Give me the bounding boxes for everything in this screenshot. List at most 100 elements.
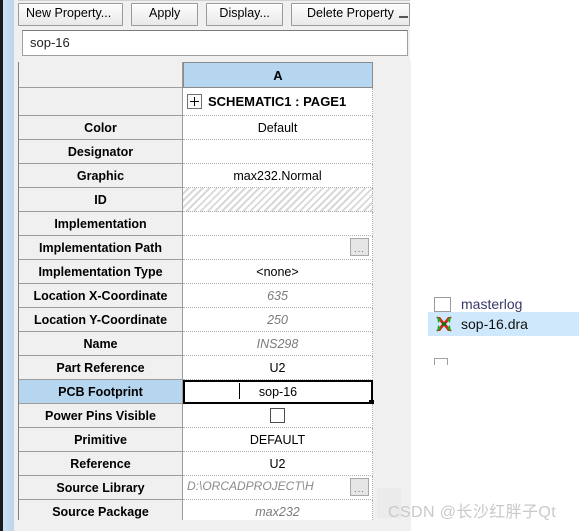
apply-button[interactable]: Apply <box>130 2 199 26</box>
property-name-cell[interactable]: Location Y-Coordinate <box>19 308 183 332</box>
property-name-cell[interactable]: Designator <box>19 140 183 164</box>
table-row[interactable]: Part Reference U2 <box>19 356 411 380</box>
grid-row-filler <box>373 116 411 140</box>
list-item[interactable]: masterlog <box>428 296 579 312</box>
property-value-cell[interactable]: sop-16 <box>183 380 374 405</box>
grid-row-filler <box>373 284 411 308</box>
property-name-cell[interactable]: Power Pins Visible <box>19 404 183 428</box>
property-value-cell[interactable]: ... <box>183 236 373 260</box>
watermark-text: CSDN @长沙红胖子Qt <box>388 504 557 521</box>
property-name-cell[interactable]: Primitive <box>19 428 183 452</box>
browse-ellipsis-button[interactable]: ... <box>350 238 369 256</box>
property-value-cell[interactable]: 635 <box>183 284 373 308</box>
grid-row-filler <box>373 164 411 188</box>
toolbar-overflow-icon[interactable] <box>399 16 408 18</box>
grid-row-filler <box>373 236 411 260</box>
property-value-cell[interactable]: INS298 <box>183 332 373 356</box>
property-name-cell[interactable]: Graphic <box>19 164 183 188</box>
new-property-button[interactable]: New Property... <box>18 2 123 26</box>
list-item-partial-icon <box>434 358 448 365</box>
property-value-cell[interactable]: DEFAULT <box>183 428 373 452</box>
file-explorer-list: masterlog sop-16.dra <box>428 296 579 368</box>
property-value-cell[interactable]: <none> <box>183 260 373 284</box>
property-value-cell[interactable]: max232.Normal <box>183 164 373 188</box>
grid-row-filler <box>373 212 411 236</box>
table-row[interactable]: Power Pins Visible <box>19 404 411 428</box>
grid-row-filler <box>373 188 411 212</box>
property-value-cell[interactable]: D:\ORCADPROJECT\H... <box>183 476 373 500</box>
property-value-cell[interactable]: U2 <box>183 452 373 476</box>
grid-row-filler <box>373 140 411 164</box>
property-value-cell-readonly <box>183 188 373 212</box>
grid-row-filler <box>373 332 411 356</box>
pcb-footprint-edit-input[interactable]: sop-16 <box>183 380 373 404</box>
table-row[interactable]: Name INS298 <box>19 332 411 356</box>
dra-file-icon <box>434 314 454 334</box>
table-row[interactable]: ID <box>19 188 411 212</box>
grid-row-filler <box>373 260 411 284</box>
table-row[interactable]: Implementation <box>19 212 411 236</box>
table-row[interactable]: Implementation Type <none> <box>19 260 411 284</box>
table-row[interactable]: Color Default <box>19 116 411 140</box>
app-root: New Property... Apply Display... Delete … <box>0 0 579 531</box>
property-value-cell[interactable]: U2 <box>183 356 373 380</box>
window-left-accent <box>3 0 14 531</box>
table-row[interactable]: Reference U2 <box>19 452 411 476</box>
list-item-selected[interactable]: sop-16.dra <box>428 312 579 336</box>
property-name-cell[interactable]: ID <box>19 188 183 212</box>
table-row[interactable]: Source Library D:\ORCADPROJECT\H... <box>19 476 411 500</box>
grid-column-header-row: A <box>19 62 411 88</box>
property-toolbar: New Property... Apply Display... Delete … <box>18 2 410 26</box>
grid-rows-host: Color Default Designator Graphic max232.Norm… <box>19 116 411 531</box>
grid-row-filler <box>373 452 411 476</box>
property-name-cell[interactable]: Implementation <box>19 212 183 236</box>
table-row[interactable]: Designator <box>19 140 411 164</box>
property-name-cell[interactable]: Part Reference <box>19 356 183 380</box>
property-value-cell[interactable] <box>183 404 373 428</box>
grid-row-filler <box>373 380 411 404</box>
property-name-cell[interactable]: Reference <box>19 452 183 476</box>
delete-property-button[interactable]: Delete Property <box>290 2 410 26</box>
grid-schematic-row: SCHEMATIC1 : PAGE1 <box>19 88 411 116</box>
property-name-cell[interactable]: Name <box>19 332 183 356</box>
grid-row-filler <box>373 428 411 452</box>
grid-row-filler <box>373 308 411 332</box>
display-button[interactable]: Display... <box>206 2 283 26</box>
grid-header-filler <box>373 62 411 88</box>
property-name-cell[interactable]: Color <box>19 116 183 140</box>
property-value-cell[interactable]: 250 <box>183 308 373 332</box>
document-icon <box>434 297 451 312</box>
property-grid: A SCHEMATIC1 : PAGE1 Color Default Designa… <box>18 62 411 531</box>
table-row[interactable]: Graphic max232.Normal <box>19 164 411 188</box>
text-caret <box>239 383 240 399</box>
grid-corner-cell <box>19 62 183 88</box>
property-value-cell[interactable]: Default <box>183 116 373 140</box>
schematic-instance-label: SCHEMATIC1 : PAGE1 <box>208 94 347 109</box>
source-library-path-text: D:\ORCADPROJECT\H <box>187 479 314 493</box>
grid-bottom-strip <box>18 520 410 531</box>
expand-plus-icon[interactable] <box>187 94 202 109</box>
property-value-cell[interactable] <box>183 212 373 236</box>
schematic-row-label-cell <box>19 88 183 116</box>
property-value-input[interactable]: sop-16 <box>22 30 408 56</box>
table-row[interactable]: Primitive DEFAULT <box>19 428 411 452</box>
property-name-cell[interactable]: Location X-Coordinate <box>19 284 183 308</box>
grid-schematic-filler <box>373 88 411 116</box>
column-header-a[interactable]: A <box>183 62 373 88</box>
file-name-label: sop-16.dra <box>461 316 528 332</box>
schematic-instance-cell[interactable]: SCHEMATIC1 : PAGE1 <box>183 88 373 116</box>
file-name-label: masterlog <box>461 296 523 312</box>
property-value-cell[interactable] <box>183 140 373 164</box>
property-name-cell[interactable]: PCB Footprint <box>19 380 183 404</box>
table-row[interactable]: Location X-Coordinate 635 <box>19 284 411 308</box>
grid-row-filler <box>373 404 411 428</box>
power-pins-visible-checkbox[interactable] <box>270 408 285 423</box>
table-row[interactable]: Implementation Path... <box>19 236 411 260</box>
property-name-cell[interactable]: Source Library <box>19 476 183 500</box>
browse-ellipsis-button[interactable]: ... <box>350 478 369 496</box>
table-row[interactable]: Location Y-Coordinate 250 <box>19 308 411 332</box>
table-row[interactable]: PCB Footprint sop-16 <box>19 380 411 405</box>
property-name-cell[interactable]: Implementation Path <box>19 236 183 260</box>
property-name-cell[interactable]: Implementation Type <box>19 260 183 284</box>
grid-row-filler <box>373 356 411 380</box>
